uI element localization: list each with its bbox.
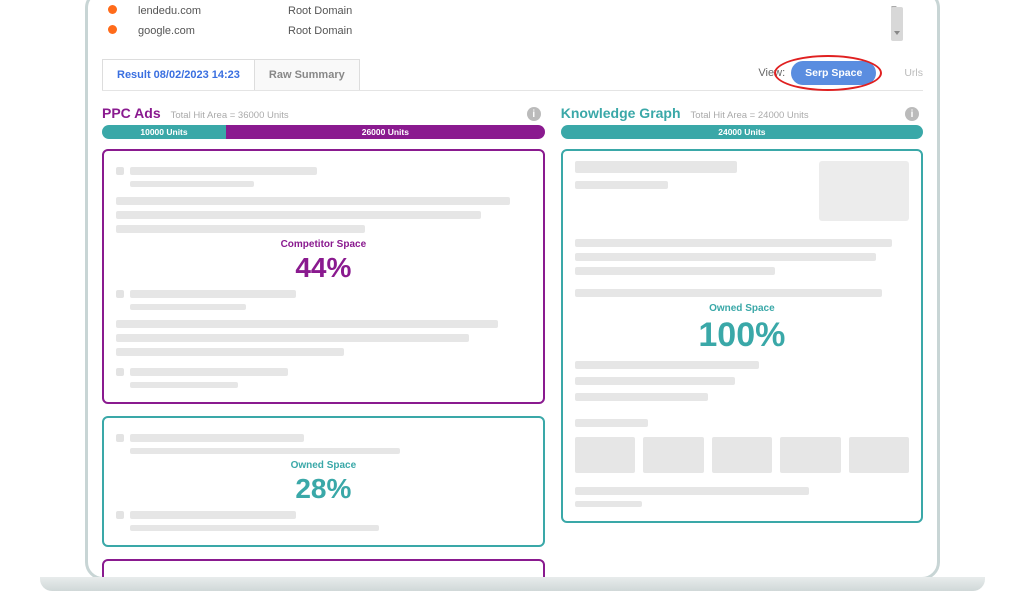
view-controls: View: Serp Space Urls xyxy=(758,61,923,85)
kg-column: Knowledge Graph Total Hit Area = 24000 U… xyxy=(561,105,923,565)
units-segment-owned: 24000 Units xyxy=(561,125,923,139)
ppc-title: PPC Ads xyxy=(102,105,161,121)
table-row: google.com Root Domain 8 xyxy=(102,21,923,41)
units-segment-competitor: 26000 Units xyxy=(226,125,545,139)
partial-card xyxy=(102,559,545,577)
kg-units-bar: 24000 Units xyxy=(561,125,923,139)
kg-hit-area: Total Hit Area = 24000 Units xyxy=(691,110,809,121)
ppc-column: PPC Ads Total Hit Area = 36000 Units i 1… xyxy=(102,105,545,565)
owned-space-card: Owned Space 28% xyxy=(102,416,545,547)
serp-space-button[interactable]: Serp Space xyxy=(791,61,876,85)
laptop-base xyxy=(40,577,985,591)
card-percentage: 100% xyxy=(575,316,909,355)
scrollbar[interactable] xyxy=(891,7,903,41)
domain-cell: google.com xyxy=(132,21,282,41)
status-dot-icon xyxy=(108,25,117,34)
tab-result[interactable]: Result 08/02/2023 14:23 xyxy=(102,59,255,90)
info-icon[interactable]: i xyxy=(527,107,541,121)
status-dot-icon xyxy=(108,5,117,14)
scope-cell: Root Domain xyxy=(282,1,843,21)
kg-title: Knowledge Graph xyxy=(561,105,681,121)
tabs-row: Result 08/02/2023 14:23 Raw Summary View… xyxy=(102,59,923,91)
view-label: View: xyxy=(758,67,785,79)
laptop-screen: lendedu.com Root Domain 7 google.com Roo… xyxy=(85,0,940,580)
urls-toggle[interactable]: Urls xyxy=(904,67,923,79)
domain-cell: lendedu.com xyxy=(132,1,282,21)
card-percentage: 44% xyxy=(116,252,531,284)
card-title: Owned Space xyxy=(575,303,909,314)
info-icon[interactable]: i xyxy=(905,107,919,121)
main-content: PPC Ads Total Hit Area = 36000 Units i 1… xyxy=(102,105,923,565)
table-row: lendedu.com Root Domain 7 xyxy=(102,1,923,21)
card-title: Competitor Space xyxy=(116,239,531,250)
card-percentage: 28% xyxy=(116,473,531,505)
scope-cell: Root Domain xyxy=(282,21,843,41)
kg-owned-space-card: Owned Space 100% xyxy=(561,149,923,523)
units-segment-owned: 10000 Units xyxy=(102,125,226,139)
ppc-hit-area: Total Hit Area = 36000 Units xyxy=(171,110,289,121)
competitor-space-card: Competitor Space 44% xyxy=(102,149,545,404)
image-grid xyxy=(575,437,909,473)
image-placeholder xyxy=(819,161,909,221)
domain-table: lendedu.com Root Domain 7 google.com Roo… xyxy=(102,1,923,41)
ppc-units-bar: 10000 Units 26000 Units xyxy=(102,125,545,139)
tab-raw-summary[interactable]: Raw Summary xyxy=(254,59,360,90)
card-title: Owned Space xyxy=(116,460,531,471)
